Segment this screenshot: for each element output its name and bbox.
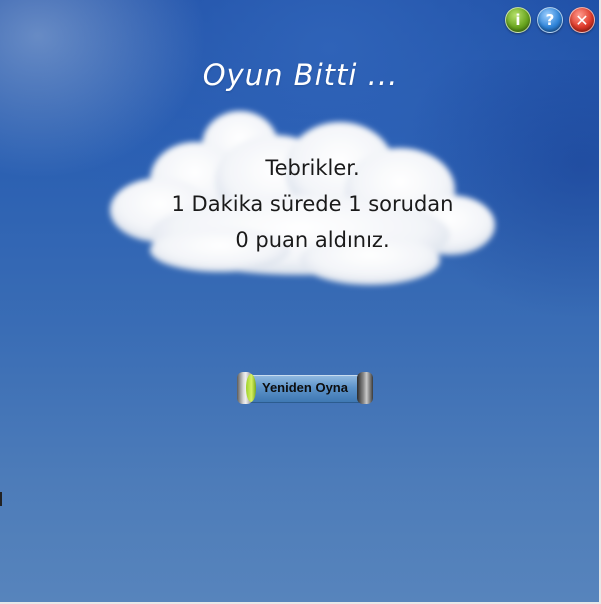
close-icon[interactable]: ✕ — [569, 7, 595, 33]
edge-marker — [0, 492, 2, 506]
top-icon-bar: i ? ✕ — [505, 7, 595, 33]
replay-button-label: Yeniden Oyna — [262, 380, 348, 395]
replay-button[interactable]: Yeniden Oyna — [237, 372, 373, 404]
result-line-score: 0 puan aldınız. — [235, 228, 390, 252]
info-icon[interactable]: i — [505, 7, 531, 33]
help-icon[interactable]: ? — [537, 7, 563, 33]
game-over-title: Oyun Bitti ... — [202, 58, 399, 92]
result-message: Tebrikler. 1 Dakika sürede 1 sorudan 0 p… — [120, 150, 505, 258]
game-screen: i ? ✕ Oyun Bitti ... Tebrikler. 1 Dakika… — [0, 0, 601, 604]
result-line-time: 1 Dakika sürede 1 sorudan — [171, 192, 454, 216]
result-line-congrats: Tebrikler. — [265, 156, 360, 180]
